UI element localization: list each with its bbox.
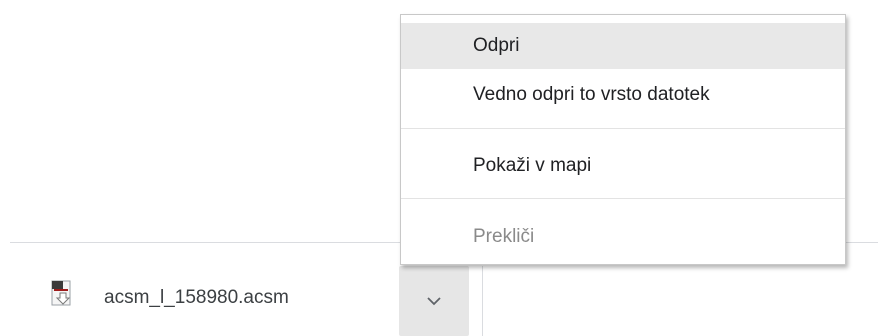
menu-item-cancel: Prekliči (473, 226, 535, 247)
download-item-separator (482, 266, 483, 336)
menu-separator (401, 198, 845, 199)
acsm-file-icon (51, 280, 71, 306)
download-file-name[interactable]: acsm_l_158980.acsm (104, 286, 289, 310)
menu-item-open[interactable]: Odpri (401, 23, 845, 69)
download-menu-button[interactable] (399, 266, 469, 336)
download-context-menu: Odpri Vedno odpri to vrsto datotek Pokaž… (400, 14, 846, 265)
menu-separator (401, 128, 845, 129)
menu-item-show-in-folder[interactable]: Pokaži v mapi (401, 143, 845, 189)
chevron-down-icon (427, 297, 441, 306)
menu-item-always-open[interactable]: Vedno odpri to vrsto datotek (401, 72, 845, 118)
